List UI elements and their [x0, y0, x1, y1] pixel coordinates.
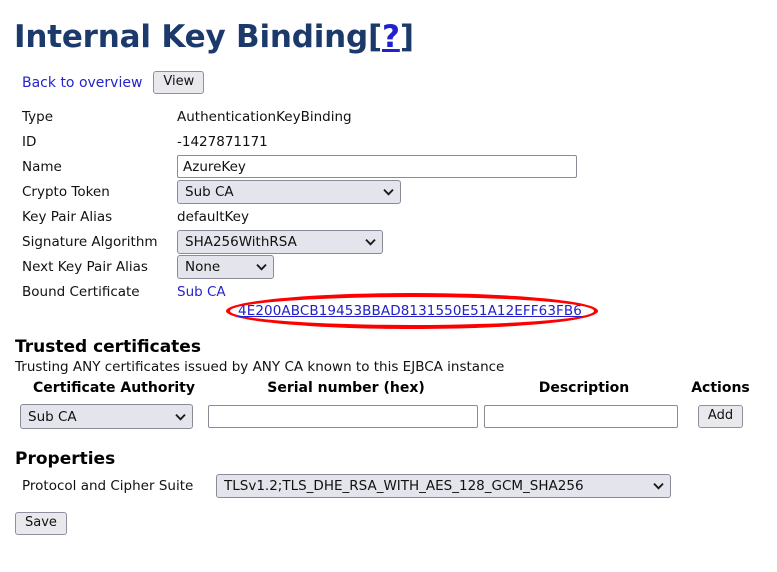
detail-row-crypto-token: Crypto Token Sub CA — [22, 179, 762, 204]
properties-heading: Properties — [15, 449, 116, 469]
table-header-row: Certificate Authority Serial number (hex… — [20, 380, 757, 404]
cell-serial-number — [208, 404, 484, 429]
detail-row-signature-algorithm: Signature Algorithm SHA256WithRSA — [22, 229, 762, 254]
value-key-pair-alias: defaultKey — [177, 208, 249, 225]
signature-algorithm-select[interactable]: SHA256WithRSA — [177, 229, 383, 254]
page-title-text: Internal Key Binding — [14, 19, 369, 55]
label-next-key-pair-alias: Next Key Pair Alias — [22, 258, 148, 275]
back-to-overview-link[interactable]: Back to overview — [22, 75, 142, 91]
detail-row-type: Type AuthenticationKeyBinding — [22, 104, 762, 129]
crypto-token-select-value: Sub CA — [185, 183, 234, 200]
value-protocol-cipher-suite: TLSv1.2;TLS_DHE_RSA_WITH_AES_128_GCM_SHA… — [216, 474, 671, 498]
label-type: Type — [22, 108, 54, 125]
help-bracket-close: ] — [399, 19, 414, 55]
protocol-cipher-suite-select[interactable]: TLSv1.2;TLS_DHE_RSA_WITH_AES_128_GCM_SHA… — [216, 474, 671, 498]
value-crypto-token: Sub CA — [177, 179, 762, 204]
name-input[interactable] — [177, 155, 577, 178]
chevron-down-icon — [365, 238, 376, 246]
value-type: AuthenticationKeyBinding — [177, 108, 352, 125]
value-name — [177, 155, 762, 178]
detail-row-key-pair-alias: Key Pair Alias defaultKey — [22, 204, 762, 229]
chevron-down-icon — [653, 482, 664, 490]
properties-row-protocol: Protocol and Cipher Suite TLSv1.2;TLS_DH… — [22, 474, 671, 498]
trusted-ca-select-value: Sub CA — [28, 408, 77, 425]
cell-description — [484, 404, 684, 429]
trusted-ca-select[interactable]: Sub CA — [20, 404, 193, 429]
label-key-pair-alias: Key Pair Alias — [22, 208, 113, 225]
save-button[interactable]: Save — [15, 512, 67, 536]
chevron-down-icon — [256, 263, 267, 271]
next-key-pair-alias-select[interactable]: None — [177, 254, 274, 279]
column-header-serial-number: Serial number (hex) — [267, 380, 425, 396]
detail-row-bound-certificate: Bound Certificate Sub CA — [22, 279, 762, 304]
serial-number-input[interactable] — [208, 405, 478, 428]
detail-row-id: ID -1427871171 — [22, 129, 762, 154]
crypto-token-select[interactable]: Sub CA — [177, 179, 401, 204]
trusted-certificates-heading: Trusted certificates — [15, 337, 201, 357]
value-next-key-pair-alias: None — [177, 254, 762, 279]
label-bound-certificate: Bound Certificate — [22, 283, 140, 300]
label-name: Name — [22, 158, 62, 175]
value-id: -1427871171 — [177, 133, 268, 150]
trusted-certificates-table: Certificate Authority Serial number (hex… — [20, 380, 757, 429]
trusted-certificates-subtitle: Trusting ANY certificates issued by ANY … — [15, 359, 505, 375]
label-protocol-cipher-suite: Protocol and Cipher Suite — [22, 478, 194, 494]
bound-certificate-ca-link[interactable]: Sub CA — [177, 284, 226, 300]
add-button[interactable]: Add — [697, 404, 744, 429]
column-header-certificate-authority: Certificate Authority — [33, 380, 195, 396]
nav-row: Back to overview View — [22, 71, 205, 95]
detail-row-name: Name — [22, 154, 762, 179]
signature-algorithm-select-value: SHA256WithRSA — [185, 233, 297, 250]
view-button[interactable]: View — [153, 71, 205, 95]
description-input[interactable] — [484, 405, 678, 428]
label-id: ID — [22, 133, 37, 150]
value-signature-algorithm: SHA256WithRSA — [177, 229, 762, 254]
key-binding-detail-form: Type AuthenticationKeyBinding ID -142787… — [22, 104, 762, 304]
table-row: Sub CA Add — [20, 404, 757, 429]
help-bracket-open: [ — [368, 19, 383, 55]
chevron-down-icon — [383, 188, 394, 196]
column-header-description: Description — [538, 380, 630, 396]
label-crypto-token: Crypto Token — [22, 183, 110, 200]
cell-certificate-authority: Sub CA — [20, 404, 208, 429]
column-header-actions: Actions — [691, 380, 750, 396]
next-key-pair-alias-select-value: None — [185, 258, 221, 275]
page-title: Internal Key Binding[?] — [14, 19, 414, 55]
cell-actions: Add — [684, 404, 757, 429]
chevron-down-icon — [175, 413, 186, 421]
detail-row-next-key-pair-alias: Next Key Pair Alias None — [22, 254, 762, 279]
bound-certificate-serial-link[interactable]: 4E200ABCB19453BBAD8131550E51A12EFF63FB6 — [238, 303, 582, 319]
help-link-icon[interactable]: ? — [382, 19, 400, 55]
value-bound-certificate: Sub CA — [177, 284, 762, 300]
label-signature-algorithm: Signature Algorithm — [22, 233, 158, 250]
protocol-cipher-suite-select-value: TLSv1.2;TLS_DHE_RSA_WITH_AES_128_GCM_SHA… — [224, 478, 584, 494]
